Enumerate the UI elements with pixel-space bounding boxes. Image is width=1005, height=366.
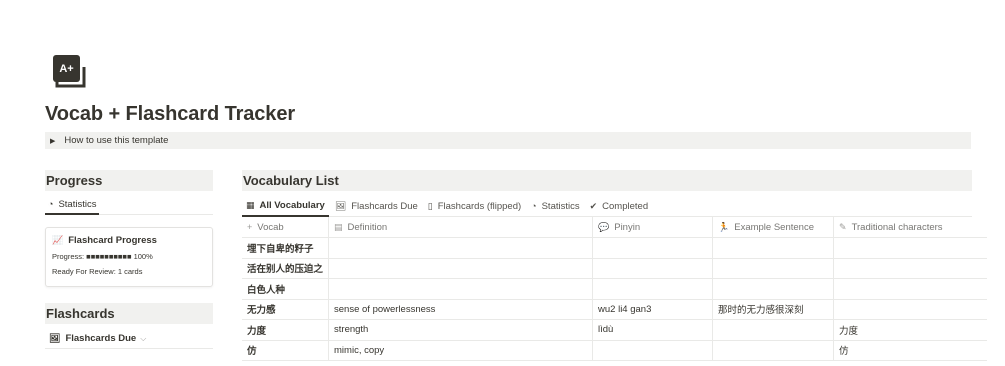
vocab-tabs: ▦ All Vocabulary 🖼 Flashcards Due ▯ Flas… — [242, 196, 972, 217]
tab-statistics[interactable]: ◔ Statistics — [45, 196, 100, 215]
cell-vocab[interactable]: 无力感 — [242, 299, 330, 320]
cell-definition[interactable]: strength — [328, 319, 594, 341]
tab-completed[interactable]: ✔ Completed — [586, 196, 653, 217]
runner-icon: 🏃 — [718, 221, 730, 232]
column-header-pinyin[interactable]: 💬 Pinyin — [592, 217, 714, 238]
cell-vocab[interactable]: 仿 — [242, 340, 330, 361]
brush-icon: ✎ — [839, 221, 847, 232]
table-header-row: + Vocab ▤ Definition 💬 Pinyin 🏃 Example Sent… — [242, 217, 987, 238]
cell-definition[interactable]: mimic, copy — [328, 340, 594, 361]
cell-example[interactable] — [712, 258, 835, 279]
text-icon: ▤ — [334, 221, 343, 232]
cell-pinyin[interactable] — [592, 340, 714, 361]
tab-label: Completed — [602, 201, 649, 212]
cell-definition[interactable] — [328, 237, 594, 259]
flashcard-aplus-icon: A+ — [53, 55, 86, 88]
progress-tab-bar: ◔ Statistics — [45, 196, 213, 215]
column-header-vocab[interactable]: + Vocab — [242, 217, 330, 238]
cell-definition[interactable] — [328, 278, 594, 300]
table-row[interactable]: 仿 mimic, copy 仿 — [242, 340, 987, 361]
review-line: Ready For Review: 1 cards — [52, 267, 143, 276]
progress-line: Progress: ■■■■■■■■■■ 100% — [52, 252, 153, 261]
page-icon-text: A+ — [59, 63, 73, 75]
vocab-heading: Vocabulary List — [242, 170, 972, 191]
tab-flashcards-flipped[interactable]: ▯ Flashcards (flipped) — [424, 196, 525, 217]
tab-all-vocabulary[interactable]: ▦ All Vocabulary — [242, 196, 329, 217]
cell-traditional[interactable]: 力度 — [833, 319, 987, 341]
cell-traditional[interactable] — [833, 258, 987, 279]
table-row[interactable]: 活在别人的压迫之 — [242, 258, 987, 279]
cell-traditional[interactable] — [833, 299, 987, 320]
cell-example[interactable] — [712, 278, 835, 300]
column-label: Pinyin — [614, 221, 641, 233]
vocab-table: + Vocab ▤ Definition 💬 Pinyin 🏃 Example Sent… — [242, 217, 987, 361]
cell-vocab[interactable]: 埋下自卑的籽子 — [242, 237, 330, 259]
column-header-traditional[interactable]: ✎ Traditional characters — [833, 217, 987, 238]
table-row[interactable]: 无力感 sense of powerlessness wu2 li4 gan3 … — [242, 299, 987, 320]
table-icon: ▦ — [246, 200, 255, 210]
cell-traditional[interactable]: 仿 — [833, 340, 987, 361]
chevron-down-icon: ⌵ — [140, 333, 147, 343]
flashcards-due-label: Flashcards Due — [65, 333, 137, 344]
flashcard-progress-card[interactable]: 📈 Flashcard Progress Progress: ■■■■■■■■■… — [45, 227, 213, 287]
cell-example[interactable] — [712, 340, 835, 361]
column-header-definition[interactable]: ▤ Definition — [328, 217, 594, 238]
chart-bar-icon: 📈 — [52, 235, 64, 245]
gallery-icon: 🖼 — [49, 333, 61, 343]
cell-traditional[interactable] — [833, 278, 987, 300]
tab-label: All Vocabulary — [259, 200, 325, 211]
cell-example[interactable] — [712, 319, 835, 341]
cell-vocab[interactable]: 活在别人的压迫之 — [242, 258, 330, 279]
page-title: Vocab + Flashcard Tracker — [45, 103, 296, 125]
speech-icon: 💬 — [598, 221, 610, 232]
cell-traditional[interactable] — [833, 237, 987, 259]
plus-icon: + — [247, 221, 253, 232]
flashcards-due-view[interactable]: 🖼 Flashcards Due ⌵ — [45, 329, 213, 349]
cell-pinyin[interactable] — [592, 258, 714, 279]
column-header-example[interactable]: 🏃 Example Sentence — [712, 217, 835, 238]
progress-heading: Progress — [45, 170, 213, 191]
gallery-icon: 🖼 — [334, 201, 347, 211]
column-label: Definition — [347, 221, 388, 233]
cell-pinyin[interactable]: wu2 li4 gan3 — [592, 299, 714, 320]
tab-label: Statistics — [541, 201, 580, 212]
cell-example[interactable]: 那时的无力感很深刻 — [712, 299, 835, 320]
table-row[interactable]: 埋下自卑的籽子 — [242, 237, 987, 259]
cell-definition[interactable]: sense of powerlessness — [328, 299, 594, 320]
cell-example[interactable] — [712, 237, 835, 259]
cell-vocab[interactable]: 力度 — [242, 319, 330, 341]
tab-statistics-label: Statistics — [58, 198, 97, 210]
tab-label: Flashcards (flipped) — [437, 201, 522, 212]
chart-icon: ◔ — [531, 201, 537, 211]
cell-pinyin[interactable] — [592, 278, 714, 300]
flashcards-heading: Flashcards — [45, 303, 213, 324]
table-row[interactable]: 力度 strength lìdù 力度 — [242, 319, 987, 341]
card-title: Flashcard Progress — [68, 235, 157, 246]
table-row[interactable]: 白色人种 — [242, 278, 987, 300]
column-label: Example Sentence — [734, 221, 814, 233]
card-icon: ▯ — [427, 201, 433, 211]
column-label: Traditional characters — [851, 221, 943, 233]
toggle-triangle-icon: ▶ — [50, 137, 56, 145]
column-label: Vocab — [257, 221, 284, 233]
chart-icon: ◔ — [48, 198, 54, 209]
cell-vocab[interactable]: 白色人种 — [242, 278, 330, 300]
check-circle-icon: ✔ — [589, 201, 598, 211]
cell-pinyin[interactable]: lìdù — [592, 319, 714, 341]
tab-flashcards-due[interactable]: 🖼 Flashcards Due — [331, 196, 422, 217]
how-to-toggle[interactable]: ▶ How to use this template — [45, 132, 971, 149]
cell-definition[interactable] — [328, 258, 594, 279]
toggle-label: How to use this template — [64, 135, 169, 146]
cell-pinyin[interactable] — [592, 237, 714, 259]
tab-label: Flashcards Due — [351, 201, 418, 212]
tab-statistics[interactable]: ◔ Statistics — [527, 196, 583, 217]
